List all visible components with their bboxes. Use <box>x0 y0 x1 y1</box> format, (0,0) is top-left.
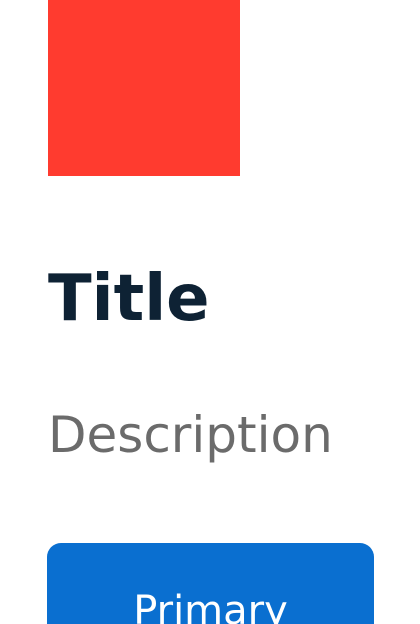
card-description: Description <box>48 406 333 464</box>
content-card: Title Description Primary <box>0 0 420 624</box>
card-title: Title <box>48 262 210 336</box>
primary-button[interactable]: Primary <box>47 543 374 624</box>
hero-image-placeholder <box>48 0 240 176</box>
